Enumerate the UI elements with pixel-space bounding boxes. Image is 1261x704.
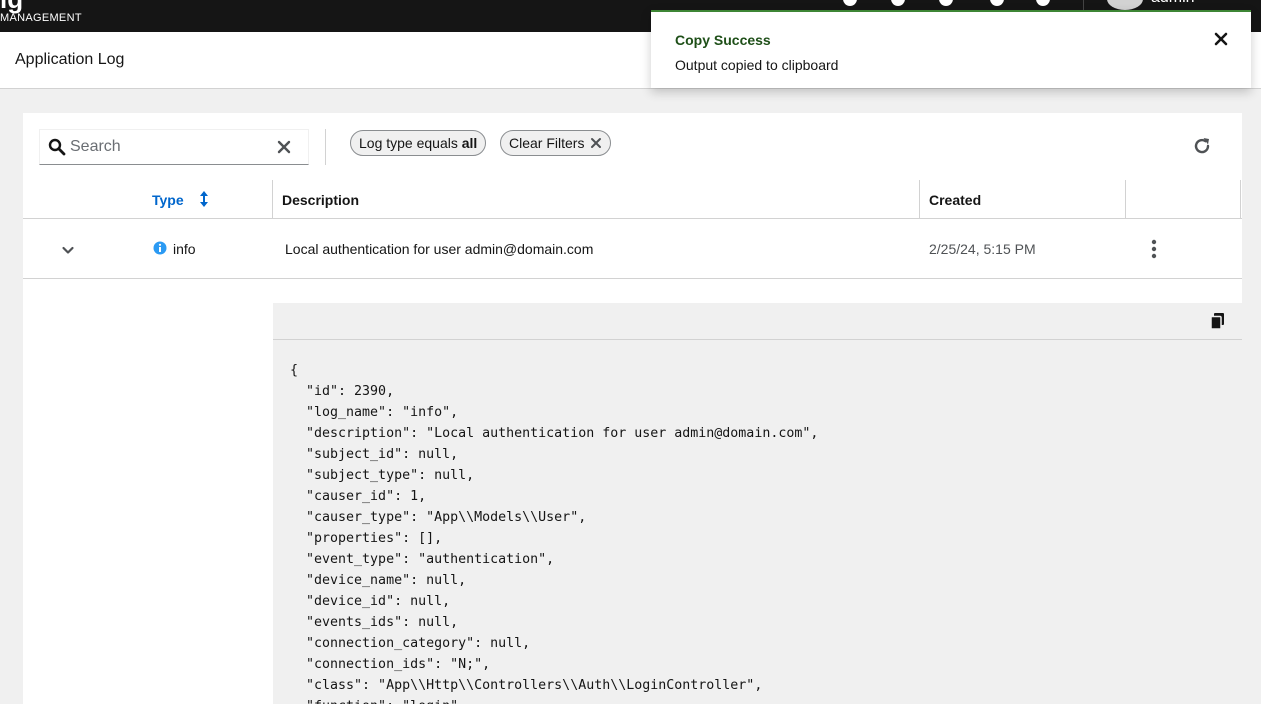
column-divider [1240, 180, 1241, 219]
json-line: "connection_ids": "N;", [290, 657, 491, 672]
sort-icon[interactable] [199, 191, 209, 207]
json-line: "function": "login", [290, 696, 818, 704]
refresh-icon[interactable] [1191, 135, 1213, 157]
search-input[interactable] [70, 135, 270, 159]
clear-filters-chip[interactable]: Clear Filters [500, 130, 612, 156]
page-title: Application Log [15, 51, 125, 68]
close-icon[interactable] [590, 137, 602, 149]
alert-message: Output copied to clipboard [675, 57, 839, 73]
json-line: "subject_type": null, [290, 468, 475, 483]
clear-search-icon[interactable] [276, 139, 292, 155]
search-box[interactable] [39, 129, 309, 165]
json-line: "class": "App\\Http\\Controllers\\Auth\\… [290, 678, 763, 693]
json-line: "connection_category": null, [290, 636, 531, 651]
copy-success-alert: Copy Success Output copied to clipboard [651, 10, 1251, 88]
json-output[interactable]: { "id": 2390, "log_name": "info", "descr… [290, 360, 818, 704]
toolbar-divider [325, 129, 326, 165]
column-divider [919, 180, 920, 219]
column-header-created: Created [929, 192, 982, 208]
column-header-type[interactable]: Type [152, 191, 184, 209]
user-menu-name[interactable]: admin [1151, 0, 1195, 6]
json-line: "description": "Local authentication for… [290, 426, 819, 441]
log-detail-code-block: { "id": 2390, "log_name": "info", "descr… [273, 303, 1242, 704]
search-icon [48, 138, 66, 156]
clear-filters-label: Clear Filters [509, 135, 585, 151]
table-row[interactable]: info Local authentication for user admin… [23, 219, 1242, 279]
alert-timeout-indicator [651, 86, 777, 88]
filter-chip-log-type[interactable]: Log type equals all [350, 130, 487, 156]
json-line: "subject_id": null, [290, 447, 459, 462]
brand-logo-text[interactable]: ig [0, 0, 23, 12]
copy-icon[interactable] [1210, 312, 1226, 330]
json-line: "causer_type": "App\\Models\\User", [290, 510, 587, 525]
json-line: "device_id": null, [290, 594, 451, 609]
filter-chip-value: all [461, 135, 478, 151]
masthead-divider [1083, 0, 1084, 10]
avatar[interactable] [1107, 0, 1143, 10]
json-line: "id": 2390, [290, 384, 395, 399]
column-divider [272, 180, 273, 219]
info-circle-icon [153, 241, 167, 255]
table-header: Type Description Created [23, 180, 1242, 219]
json-line: "properties": [], [290, 531, 443, 546]
gear-icon[interactable] [939, 0, 953, 6]
filter-chip-label: Log type equals [359, 135, 458, 151]
json-line: "events_ids": null, [290, 615, 459, 630]
log-table-card: Log type equals all Clear Filters Type D… [23, 113, 1242, 704]
brand-subtitle: MANAGEMENT [0, 12, 82, 24]
close-icon[interactable] [1214, 32, 1228, 46]
json-line: "causer_id": 1, [290, 489, 427, 504]
row-type: info [173, 241, 196, 257]
json-line: { [290, 363, 299, 378]
search-icon[interactable] [843, 0, 857, 6]
json-line: "event_type": "authentication", [290, 552, 555, 567]
alert-title: Copy Success [675, 32, 771, 48]
json-line: "device_name": null, [290, 573, 467, 588]
question-circle-icon[interactable] [1036, 0, 1050, 6]
help-icon[interactable] [891, 0, 905, 6]
chevron-down-icon[interactable] [61, 243, 75, 257]
code-block-toolbar [273, 303, 1242, 340]
row-description: Local authentication for user admin@doma… [285, 241, 594, 257]
json-line: "log_name": "info", [290, 405, 459, 420]
kebab-menu-icon[interactable] [1148, 238, 1160, 260]
notification-icon[interactable] [990, 0, 1004, 6]
row-created: 2/25/24, 5:15 PM [929, 241, 1036, 257]
column-divider [1125, 180, 1126, 219]
column-header-description: Description [282, 192, 360, 208]
